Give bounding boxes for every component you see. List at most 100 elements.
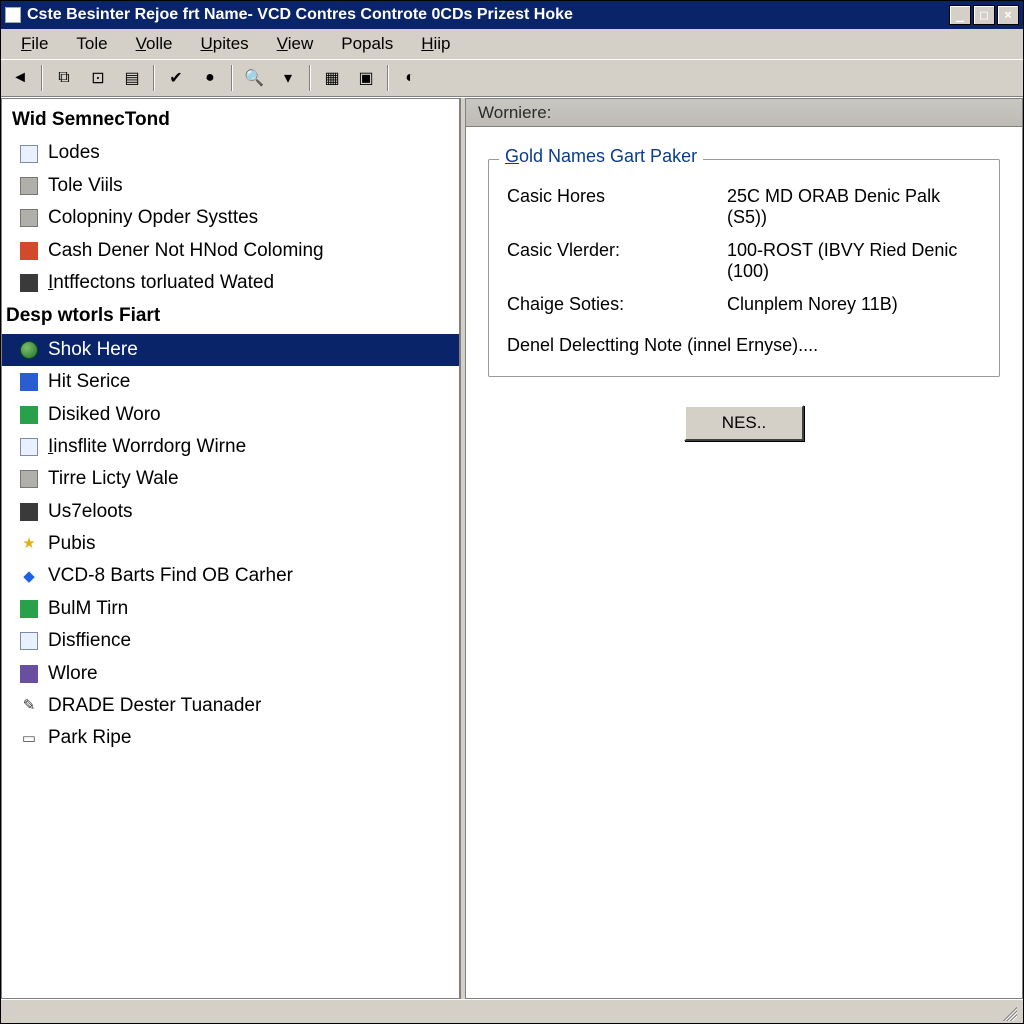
tree-group-header: Desp wtorls Fiart [2,299,459,333]
tree-item[interactable]: BulM Tirn [2,593,459,625]
tree-item[interactable]: Wlore [2,658,459,690]
wlore-icon [20,665,38,683]
main-split: Wid SemnecTondLodesTole ViilsColopniny O… [1,97,1023,999]
menu-hiip[interactable]: Hiip [407,32,464,56]
menu-view[interactable]: View [263,32,328,56]
tree-item[interactable]: Intffectons torluated Wated [2,267,459,299]
tree-item-label: Cash Dener Not HNod Coloming [48,236,324,266]
tree-item-label: Iinsflite Worrdorg Wirne [48,432,246,462]
toolbar: ◄ ⧉⊡▤ ✔● 🔍▾ ▦▣ ◐ [1,59,1023,97]
tree-item[interactable]: Disiked Woro [2,399,459,431]
panel-body: Gold Names Gart Paker Casic Hores25C MD … [466,127,1022,998]
menu-popals[interactable]: Popals [327,32,407,56]
tag2-icon[interactable]: ● [195,63,225,93]
tree-item-label: Disiked Woro [48,400,161,430]
shield-icon[interactable]: ◐ [395,63,425,93]
button-wrap: NES.. [488,405,1000,441]
toolbar-separator [387,65,389,91]
menu-tole[interactable]: Tole [62,32,121,56]
cash-icon [20,242,38,260]
tree-item[interactable]: Cash Dener Not HNod Coloming [2,235,459,267]
maximize-button[interactable]: □ [973,5,995,25]
disk-icon [20,406,38,424]
groupbox: Gold Names Gart Paker Casic Hores25C MD … [488,159,1000,377]
field-row: Casic Vlerder:100-ROST (IBVY Ried Denic … [507,234,981,288]
tree-item[interactable]: Tirre Licty Wale [2,463,459,495]
field-label: Chaige Soties: [507,294,727,315]
panel-header-text: Worniere: [478,103,551,123]
tree-item-label: DRADE Dester Tuanader [48,691,261,721]
field-value: 100-ROST (IBVY Ried Denic (100) [727,240,981,282]
resize-grip-icon[interactable] [999,1003,1017,1021]
groupbox-legend: Gold Names Gart Paker [499,146,703,167]
field-value: Clunplem Norey 11B) [727,294,981,315]
tree-item-label: Hit Serice [48,367,130,397]
tree-item-label: Tirre Licty Wale [48,464,179,494]
tree-item[interactable]: Iinsflite Worrdorg Wirne [2,431,459,463]
zoom-icon[interactable]: 🔍 [239,63,269,93]
toolbar-separator [231,65,233,91]
toolbar-separator [309,65,311,91]
tree-item[interactable]: Shok Here [2,334,459,366]
tree-view: Wid SemnecTondLodesTole ViilsColopniny O… [2,99,459,759]
app-icon [5,7,21,23]
tree-item[interactable]: VCD-8 Barts Find OB Carher [2,560,459,592]
close-button[interactable]: × [997,5,1019,25]
tree-item-label: Disffience [48,626,131,656]
tag-icon[interactable]: ✔ [161,63,191,93]
left-pane[interactable]: Wid SemnecTondLodesTole ViilsColopniny O… [1,98,461,999]
tree-item[interactable]: Us7eloots [2,496,459,528]
diamond-icon [20,568,38,586]
tree-group-header: Wid SemnecTond [2,103,459,137]
fields: Casic Hores25C MD ORAB Denic Palk (S5))C… [507,180,981,321]
panel-header: Worniere: [466,99,1022,127]
field-row: Casic Hores25C MD ORAB Denic Palk (S5)) [507,180,981,234]
tree-item-label: Shok Here [48,335,138,365]
tree-item[interactable]: Park Ripe [2,722,459,754]
legend-accel: G [505,146,519,166]
right-pane: Worniere: Gold Names Gart Paker Casic Ho… [465,98,1023,999]
tree-item[interactable]: Tole Viils [2,170,459,202]
field-label: Casic Vlerder: [507,240,727,261]
nes-button[interactable]: NES.. [684,405,804,441]
star-icon [20,535,38,553]
tree-item-label: Us7eloots [48,497,133,527]
tree-item[interactable]: DRADE Dester Tuanader [2,690,459,722]
minimize-button[interactable]: _ [949,5,971,25]
titlebar: Cste Besinter Rejoe frt Name- VCD Contre… [1,1,1023,29]
tree-item-label: Lodes [48,138,100,168]
tree-item[interactable]: Lodes [2,137,459,169]
note-row: Denel Delectting Note (innel Ernyse).... [507,321,981,356]
tree-item[interactable]: Colopniny Opder Systtes [2,202,459,234]
menu-volle[interactable]: Volle [122,32,187,56]
tree-item-label: VCD-8 Barts Find OB Carher [48,561,293,591]
pencil-icon [20,697,38,715]
tree-item[interactable]: Disffience [2,625,459,657]
tree-item-label: Intffectons torluated Wated [48,268,274,298]
bulm-icon [20,600,38,618]
chart-icon[interactable]: ▣ [351,63,381,93]
tree-item-label: BulM Tirn [48,594,128,624]
doc-icon [20,145,38,163]
status-bar [1,999,1023,1023]
tree-item[interactable]: Pubis [2,528,459,560]
toolbar-separator [41,65,43,91]
toolbar-separator [153,65,155,91]
tree-item[interactable]: Hit Serice [2,366,459,398]
infect-icon [20,274,38,292]
field-label: Casic Hores [507,186,727,207]
field-value: 25C MD ORAB Denic Palk (S5)) [727,186,981,228]
legend-text: old Names Gart Paker [519,146,697,166]
form-icon[interactable]: ▤ [117,63,147,93]
down-icon[interactable]: ▾ [273,63,303,93]
table-icon[interactable]: ▦ [317,63,347,93]
record-icon[interactable]: ⊡ [83,63,113,93]
tree-item-label: Pubis [48,529,96,559]
menu-file[interactable]: File [7,32,62,56]
menu-upites[interactable]: Upites [186,32,262,56]
box-icon [20,730,38,748]
field-row: Chaige Soties:Clunplem Norey 11B) [507,288,981,321]
back-icon[interactable]: ◄ [5,63,35,93]
copy-icon[interactable]: ⧉ [49,63,79,93]
doc2-icon [20,438,38,456]
